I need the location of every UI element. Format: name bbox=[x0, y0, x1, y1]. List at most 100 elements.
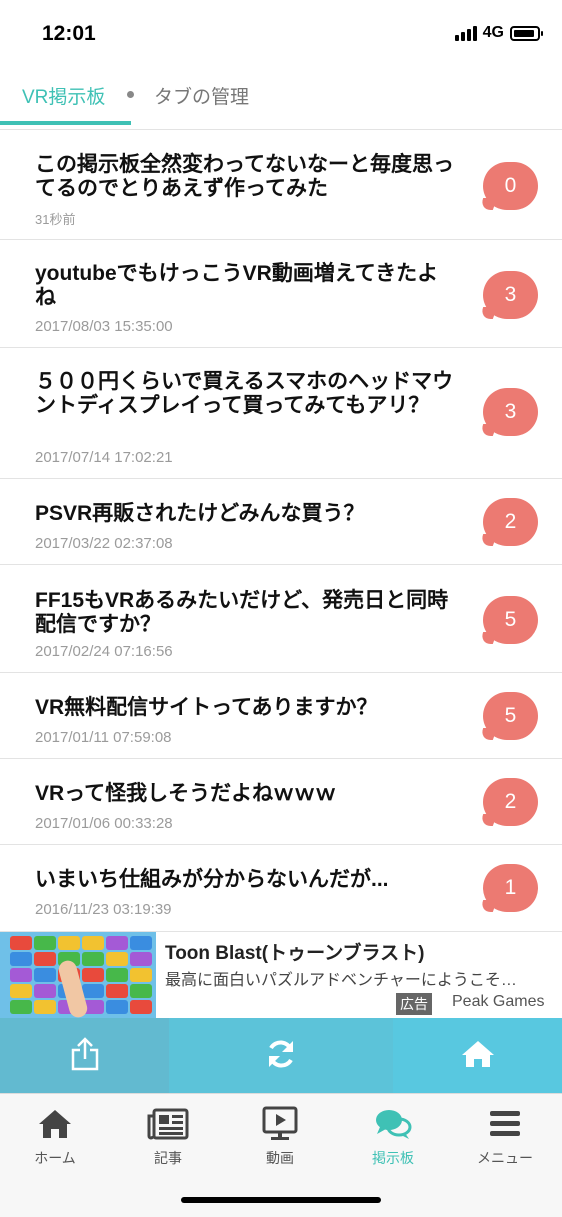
ad-description: 最高に面白いパズルアドベンチャーにようこそ… bbox=[165, 972, 517, 989]
ad-puzzle-block bbox=[10, 936, 32, 950]
thread-title: いまいち仕組みが分からないんだが... bbox=[35, 868, 389, 891]
tabbar-articles[interactable]: 記事 bbox=[118, 1106, 218, 1168]
comment-count: 0 bbox=[504, 174, 517, 197]
status-bar: 12:01 4G bbox=[0, 0, 562, 68]
thread-item[interactable]: youtubeでもけっこうVR動画増えてきたよね 2017/08/03 15:3… bbox=[0, 240, 562, 348]
chat-bubbles-icon bbox=[343, 1106, 443, 1142]
ad-title: Toon Blast(トゥーンブラスト) bbox=[165, 943, 425, 964]
thread-title: この掲示板全然変わってないなーと毎度思ってるのでとりあえず作ってみた bbox=[35, 153, 454, 200]
tabbar-label: 動画 bbox=[266, 1150, 294, 1166]
battery-icon bbox=[510, 25, 543, 41]
ad-puzzle-block bbox=[106, 1000, 128, 1014]
comment-count-bubble: 5 bbox=[483, 596, 538, 644]
ad-puzzle-block bbox=[106, 968, 128, 982]
comment-count-bubble: 2 bbox=[483, 778, 538, 826]
thread-item[interactable]: ５００円くらいで買えるスマホのヘッドマウントディスプレイって買ってみてもアリ？ … bbox=[0, 348, 562, 479]
comment-count-bubble: 3 bbox=[483, 388, 538, 436]
tabbar-label: メニュー bbox=[477, 1150, 533, 1166]
thread-date: 2017/01/11 07:59:08 bbox=[35, 729, 172, 746]
thread-title: ５００円くらいで買えるスマホのヘッドマウントディスプレイって買ってみてもアリ？ bbox=[35, 370, 454, 417]
comment-count-bubble: 3 bbox=[483, 271, 538, 319]
ad-advertiser: Peak Games bbox=[452, 993, 545, 1010]
ad-banner[interactable]: Toon Blast(トゥーンブラスト) 最高に面白いパズルアドベンチャーによう… bbox=[0, 931, 562, 1019]
comment-count: 1 bbox=[504, 876, 517, 899]
comment-count: 3 bbox=[504, 283, 517, 306]
status-time: 12:01 bbox=[42, 22, 96, 45]
action-bar bbox=[0, 1018, 562, 1093]
reload-icon bbox=[265, 1038, 297, 1074]
ad-puzzle-block bbox=[34, 936, 56, 950]
ad-puzzle-block bbox=[34, 952, 56, 966]
newspaper-icon bbox=[118, 1106, 218, 1142]
tabbar-home[interactable]: ホーム bbox=[5, 1106, 105, 1168]
thread-date: 2017/02/24 07:16:56 bbox=[35, 643, 173, 660]
thread-item[interactable]: VRって怪我しそうだよねｗｗｗ 2017/01/06 00:33:28 2 bbox=[0, 759, 562, 845]
comment-count: 5 bbox=[504, 608, 517, 631]
signal-icon bbox=[454, 25, 477, 41]
share-icon bbox=[70, 1036, 100, 1075]
ad-puzzle-block bbox=[106, 984, 128, 998]
home-icon bbox=[5, 1106, 105, 1142]
thread-item[interactable]: FF15もVRあるみたいだけど、発売日と同時配信ですか？ 2017/02/24 … bbox=[0, 565, 562, 673]
ad-puzzle-block bbox=[34, 968, 56, 982]
ad-puzzle-block bbox=[82, 952, 104, 966]
tabbar-label: ホーム bbox=[34, 1150, 76, 1166]
reload-button[interactable] bbox=[169, 1018, 393, 1093]
thread-date: 2017/01/06 00:33:28 bbox=[35, 815, 173, 832]
ad-puzzle-block bbox=[130, 968, 152, 982]
hamburger-menu-icon bbox=[455, 1106, 555, 1142]
comment-count-bubble: 2 bbox=[483, 498, 538, 546]
comment-count: 2 bbox=[504, 790, 517, 813]
tabbar-videos[interactable]: 動画 bbox=[230, 1106, 330, 1168]
ad-puzzle-block bbox=[10, 984, 32, 998]
comment-count-bubble: 5 bbox=[483, 692, 538, 740]
home-indicator[interactable] bbox=[181, 1197, 381, 1203]
ad-puzzle-block bbox=[10, 952, 32, 966]
ad-puzzle-block bbox=[34, 984, 56, 998]
ad-puzzle-block bbox=[106, 952, 128, 966]
tab-separator-dot bbox=[127, 91, 134, 98]
network-type: 4G bbox=[482, 24, 504, 41]
video-icon bbox=[230, 1106, 330, 1142]
share-button[interactable] bbox=[0, 1018, 169, 1093]
ad-puzzle-block bbox=[130, 1000, 152, 1014]
thread-item[interactable]: この掲示板全然変わってないなーと毎度思ってるのでとりあえず作ってみた 31秒前 … bbox=[0, 131, 562, 240]
battery-level bbox=[514, 29, 534, 37]
ad-puzzle-block bbox=[82, 968, 104, 982]
thread-title: VRって怪我しそうだよねｗｗｗ bbox=[35, 782, 337, 805]
active-tab-underline bbox=[0, 121, 131, 125]
comment-count: 2 bbox=[504, 510, 517, 533]
tab-vr-board[interactable]: VR掲示板 bbox=[22, 82, 105, 109]
ad-puzzle-block bbox=[82, 984, 104, 998]
thread-date: 31秒前 bbox=[35, 212, 76, 227]
comment-count: 3 bbox=[504, 400, 517, 423]
ad-puzzle-block bbox=[58, 936, 80, 950]
thread-title: PSVR再販されたけどみんな買う？ bbox=[35, 502, 365, 525]
thread-date: 2017/08/03 15:35:00 bbox=[35, 318, 173, 335]
status-indicators: 4G bbox=[454, 24, 543, 42]
ad-puzzle-block bbox=[130, 984, 152, 998]
thread-list: この掲示板全然変わってないなーと毎度思ってるのでとりあえず作ってみた 31秒前 … bbox=[0, 131, 562, 931]
ad-puzzle-block bbox=[10, 968, 32, 982]
thread-date: 2017/07/14 17:02:21 bbox=[35, 449, 173, 466]
ad-puzzle-block bbox=[106, 936, 128, 950]
tabbar-menu[interactable]: メニュー bbox=[455, 1106, 555, 1168]
tab-manage[interactable]: タブの管理 bbox=[154, 82, 249, 109]
ad-badge: 広告 bbox=[396, 993, 432, 1015]
thread-item[interactable]: VR無料配信サイトってありますか？ 2017/01/11 07:59:08 5 bbox=[0, 673, 562, 759]
ad-image bbox=[0, 932, 156, 1019]
thread-title: FF15もVRあるみたいだけど、発売日と同時配信ですか？ bbox=[35, 589, 449, 636]
ad-puzzle-block bbox=[10, 1000, 32, 1014]
tabbar-label: 記事 bbox=[154, 1150, 182, 1166]
thread-title: VR無料配信サイトってありますか？ bbox=[35, 696, 378, 719]
thread-title: youtubeでもけっこうVR動画増えてきたよね bbox=[35, 262, 439, 309]
tabbar-label: 掲示板 bbox=[372, 1150, 414, 1166]
home-icon bbox=[460, 1039, 496, 1073]
ad-puzzle-block bbox=[34, 1000, 56, 1014]
thread-item[interactable]: いまいち仕組みが分からないんだが... 2016/11/23 03:19:39 … bbox=[0, 845, 562, 931]
tabbar-board[interactable]: 掲示板 bbox=[343, 1106, 443, 1168]
home-button[interactable] bbox=[393, 1018, 562, 1093]
comment-count-bubble: 1 bbox=[483, 864, 538, 912]
ad-puzzle-block bbox=[82, 936, 104, 950]
thread-item[interactable]: PSVR再販されたけどみんな買う？ 2017/03/22 02:37:08 2 bbox=[0, 479, 562, 565]
